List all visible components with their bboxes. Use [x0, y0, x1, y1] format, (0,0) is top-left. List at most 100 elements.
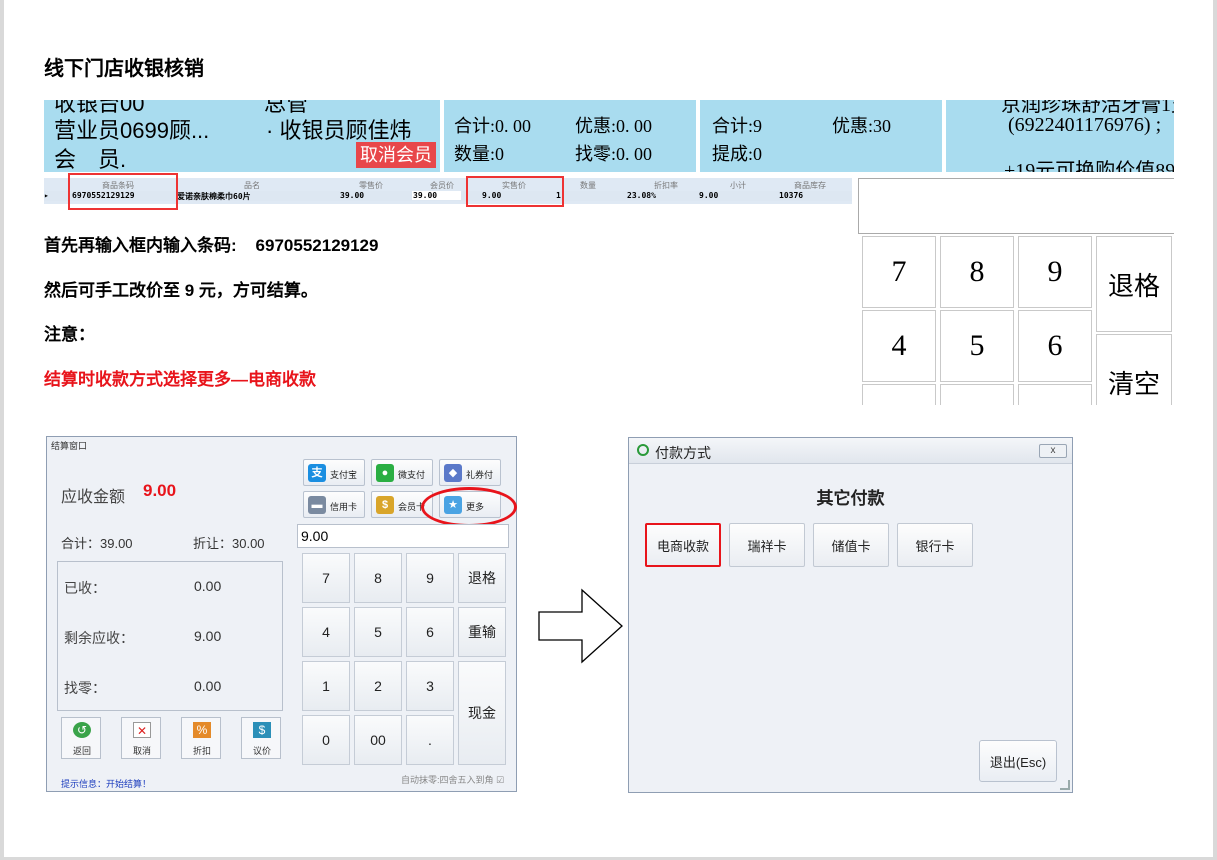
key-1[interactable]: 1: [302, 661, 350, 711]
cancel-label: 取消: [132, 746, 151, 756]
received-label: 已收：: [64, 580, 106, 596]
auto-round-option[interactable]: 自动抹零:四舍五入到角 ☑: [401, 773, 504, 786]
cell-subtotal: 9.00: [699, 191, 719, 200]
ruixiang-card-button[interactable]: 瑞祥卡: [729, 523, 805, 567]
key-4[interactable]: 4: [862, 310, 936, 382]
return-icon: ↺: [73, 722, 91, 738]
return-label: 返回: [72, 746, 91, 756]
cell-name: 爱诺亲肤棉柔巾60片: [177, 192, 251, 201]
key-3-partial[interactable]: [1018, 384, 1092, 405]
key-2[interactable]: 2: [354, 661, 402, 711]
row-pointer-icon: ▸: [44, 191, 49, 200]
ecommerce-payment-button[interactable]: 电商收款: [645, 523, 721, 567]
instruction-payment: 结算时收款方式选择更多—电商收款: [44, 370, 316, 389]
reenter-key[interactable]: 重输: [458, 607, 506, 657]
credit-card-icon: ▬: [308, 496, 326, 514]
cash-key[interactable]: 现金: [458, 661, 506, 765]
key-8[interactable]: 8: [940, 236, 1014, 308]
key-dot[interactable]: .: [406, 715, 454, 765]
receivable-label: 应收金额: [61, 489, 126, 506]
cell-stock: 10376: [779, 191, 804, 200]
key-1-partial[interactable]: [862, 384, 936, 405]
discount-button[interactable]: % 折扣: [181, 717, 221, 759]
amount-input[interactable]: 9.00: [297, 524, 509, 548]
key-0[interactable]: 0: [302, 715, 350, 765]
key-2-partial[interactable]: [940, 384, 1014, 405]
total-value: 合计:0. 00: [454, 116, 532, 136]
key-5[interactable]: 5: [354, 607, 402, 657]
change-label: 找零：: [64, 680, 106, 696]
discount-icon: %: [193, 722, 211, 738]
cancel-button[interactable]: ✕ 取消: [121, 717, 161, 759]
coupon-pay-button[interactable]: ◆ 礼券付: [439, 459, 501, 486]
dialog-title: 付款方式: [655, 445, 711, 461]
key-7[interactable]: 7: [302, 553, 350, 603]
key-3[interactable]: 3: [406, 661, 454, 711]
exit-button[interactable]: 退出(Esc): [979, 740, 1057, 782]
stored-value-card-button[interactable]: 储值卡: [813, 523, 889, 567]
right-arrow-icon: [538, 588, 623, 664]
key-8[interactable]: 8: [354, 553, 402, 603]
operator-name: 营业员0699顾...: [54, 118, 210, 143]
key-7[interactable]: 7: [862, 236, 936, 308]
payment-method-dialog: 付款方式 x 其它付款 电商收款 瑞祥卡 储值卡 银行卡 退出(Esc): [628, 437, 1073, 793]
promo-line-2: (6922401176976) ;: [1008, 114, 1162, 136]
top-keypad: 7 8 9 退格 4 5 6 清空: [858, 176, 1174, 405]
wechat-label: 微支付: [398, 470, 426, 480]
col-retail: 零售价: [359, 181, 383, 190]
alipay-button[interactable]: 支 支付宝: [303, 459, 365, 486]
member-label: 会 员.: [54, 147, 127, 172]
key-6[interactable]: 6: [1018, 310, 1092, 382]
key-9[interactable]: 9: [1018, 236, 1092, 308]
wechat-icon: ●: [376, 464, 394, 482]
col-stock: 商品库存: [794, 181, 826, 190]
instruction-barcode: 首先再输入框内输入条码: 6970552129129: [44, 236, 379, 255]
totals-panel: 合计:0. 00 优惠:0. 00 数量:0 找零:0. 00: [444, 100, 696, 172]
key-9[interactable]: 9: [406, 553, 454, 603]
change-amount: 0.00: [194, 678, 222, 694]
backspace-key[interactable]: 退格: [1096, 236, 1172, 332]
alipay-icon: 支: [308, 464, 326, 482]
key-6[interactable]: 6: [406, 607, 454, 657]
col-name: 品名: [244, 181, 260, 190]
key-5[interactable]: 5: [940, 310, 1014, 382]
app-icon: [637, 444, 649, 456]
coupon-label: 礼券付: [466, 470, 494, 480]
col-member-price: 会员价: [430, 181, 454, 190]
sales-total: 合计:9: [712, 116, 763, 136]
credit-card-button[interactable]: ▬ 信用卡: [303, 491, 365, 518]
other-payment-heading: 其它付款: [816, 489, 885, 508]
key-4[interactable]: 4: [302, 607, 350, 657]
discount-label: 折扣: [192, 746, 211, 756]
cell-retail: 39.00: [340, 191, 365, 200]
keypad-display[interactable]: [858, 178, 1174, 234]
remaining-label: 剩余应收：: [64, 630, 134, 646]
cashier-name: · 收银员顾佳炜: [266, 118, 412, 143]
key-00[interactable]: 00: [354, 715, 402, 765]
close-button[interactable]: x: [1039, 444, 1067, 458]
settle-discount: 折让：30.00: [193, 536, 265, 551]
operator-info-panel: 收银台00 总管 营业员0699顾... · 收银员顾佳炜 会 员. 取消会员: [44, 100, 440, 172]
receivable-amount: 9.00: [143, 481, 177, 500]
settlement-title: 结算窗口: [51, 441, 88, 451]
negotiate-button[interactable]: $ 议价: [241, 717, 281, 759]
cell-member-price[interactable]: 39.00: [412, 191, 462, 200]
resize-grip[interactable]: [1060, 780, 1070, 790]
return-button[interactable]: ↺ 返回: [61, 717, 101, 759]
cancel-member-button[interactable]: 取消会员: [356, 142, 436, 168]
clear-key[interactable]: 清空: [1096, 334, 1172, 405]
instruction-price: 然后可手工改价至 9 元，方可结算。: [44, 281, 318, 300]
cancel-icon: ✕: [133, 722, 151, 738]
more-highlight: [421, 487, 517, 527]
discount-value: 优惠:0. 00: [575, 116, 653, 136]
sale-price-highlight: [466, 176, 564, 207]
payment-summary-box: 已收： 0.00 剩余应收： 9.00 找零： 0.00: [57, 561, 283, 711]
settlement-window: 结算窗口 应收金额 9.00 合计：39.00 折让：30.00 已收： 0.0…: [46, 436, 517, 792]
bank-card-button[interactable]: 银行卡: [897, 523, 973, 567]
settle-total: 合计：39.00: [61, 536, 133, 551]
commission-value: 提成:0: [712, 144, 763, 164]
coupon-icon: ◆: [444, 464, 462, 482]
wechat-pay-button[interactable]: ● 微支付: [371, 459, 433, 486]
backspace-key[interactable]: 退格: [458, 553, 506, 603]
col-discount-rate: 折扣率: [654, 181, 678, 190]
